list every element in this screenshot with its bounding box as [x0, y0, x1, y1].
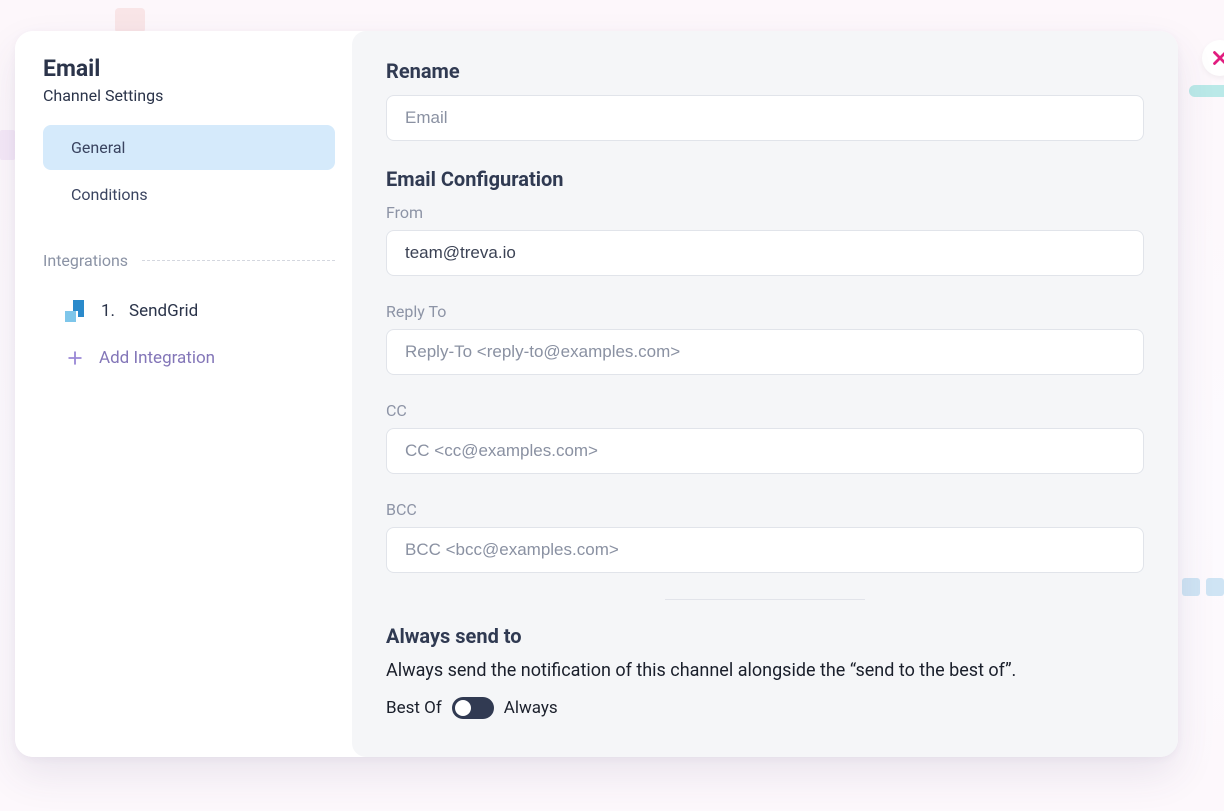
from-field: From: [386, 203, 1144, 276]
sendgrid-icon: [65, 300, 87, 322]
toggle-right-label: Always: [504, 698, 558, 718]
toggle-knob: [455, 700, 471, 716]
integration-name: SendGrid: [129, 301, 198, 321]
divider: [142, 260, 335, 261]
sidebar-title: Email: [43, 55, 335, 82]
always-send-title: Always send to: [386, 624, 1144, 648]
bg-decoration: [0, 130, 15, 160]
plus-icon: [65, 348, 85, 368]
integrations-header: Integrations: [43, 251, 335, 270]
bcc-field: BCC: [386, 500, 1144, 573]
close-icon: [1209, 47, 1224, 69]
close-button[interactable]: [1202, 40, 1224, 76]
sidebar-subtitle: Channel Settings: [43, 86, 335, 105]
rename-input[interactable]: [386, 95, 1144, 141]
from-label: From: [386, 203, 1144, 222]
bg-decoration: [115, 8, 145, 33]
bg-decoration: [1189, 85, 1224, 97]
email-config-title: Email Configuration: [386, 167, 1144, 191]
sidebar-nav-label: Conditions: [71, 185, 148, 204]
reply-to-input[interactable]: [386, 329, 1144, 375]
rename-section: Rename: [386, 59, 1144, 141]
bcc-label: BCC: [386, 500, 1144, 519]
toggle-left-label: Best Of: [386, 698, 442, 718]
reply-to-label: Reply To: [386, 302, 1144, 321]
cc-label: CC: [386, 401, 1144, 420]
always-send-toggle[interactable]: [452, 697, 494, 719]
always-send-description: Always send the notification of this cha…: [386, 660, 1144, 681]
add-integration-label: Add Integration: [99, 348, 215, 368]
integrations-header-label: Integrations: [43, 251, 128, 270]
sidebar: Email Channel Settings General Condition…: [15, 31, 352, 757]
add-integration-button[interactable]: Add Integration: [43, 334, 335, 382]
cc-field: CC: [386, 401, 1144, 474]
bcc-input[interactable]: [386, 527, 1144, 573]
reply-to-field: Reply To: [386, 302, 1144, 375]
settings-modal: Email Channel Settings General Condition…: [15, 31, 1178, 757]
sidebar-nav-conditions[interactable]: Conditions: [43, 172, 335, 217]
cc-input[interactable]: [386, 428, 1144, 474]
always-send-toggle-row: Best Of Always: [386, 697, 1144, 719]
bg-decoration: [1182, 578, 1224, 596]
from-input[interactable]: [386, 230, 1144, 276]
integration-item-sendgrid[interactable]: 1. SendGrid: [43, 288, 335, 334]
integration-index: 1.: [101, 301, 115, 321]
content-panel: Rename Email Configuration From Reply To…: [352, 31, 1178, 757]
rename-title: Rename: [386, 59, 1144, 83]
divider: [665, 599, 865, 600]
sidebar-nav-general[interactable]: General: [43, 125, 335, 170]
sidebar-nav-label: General: [71, 138, 125, 157]
